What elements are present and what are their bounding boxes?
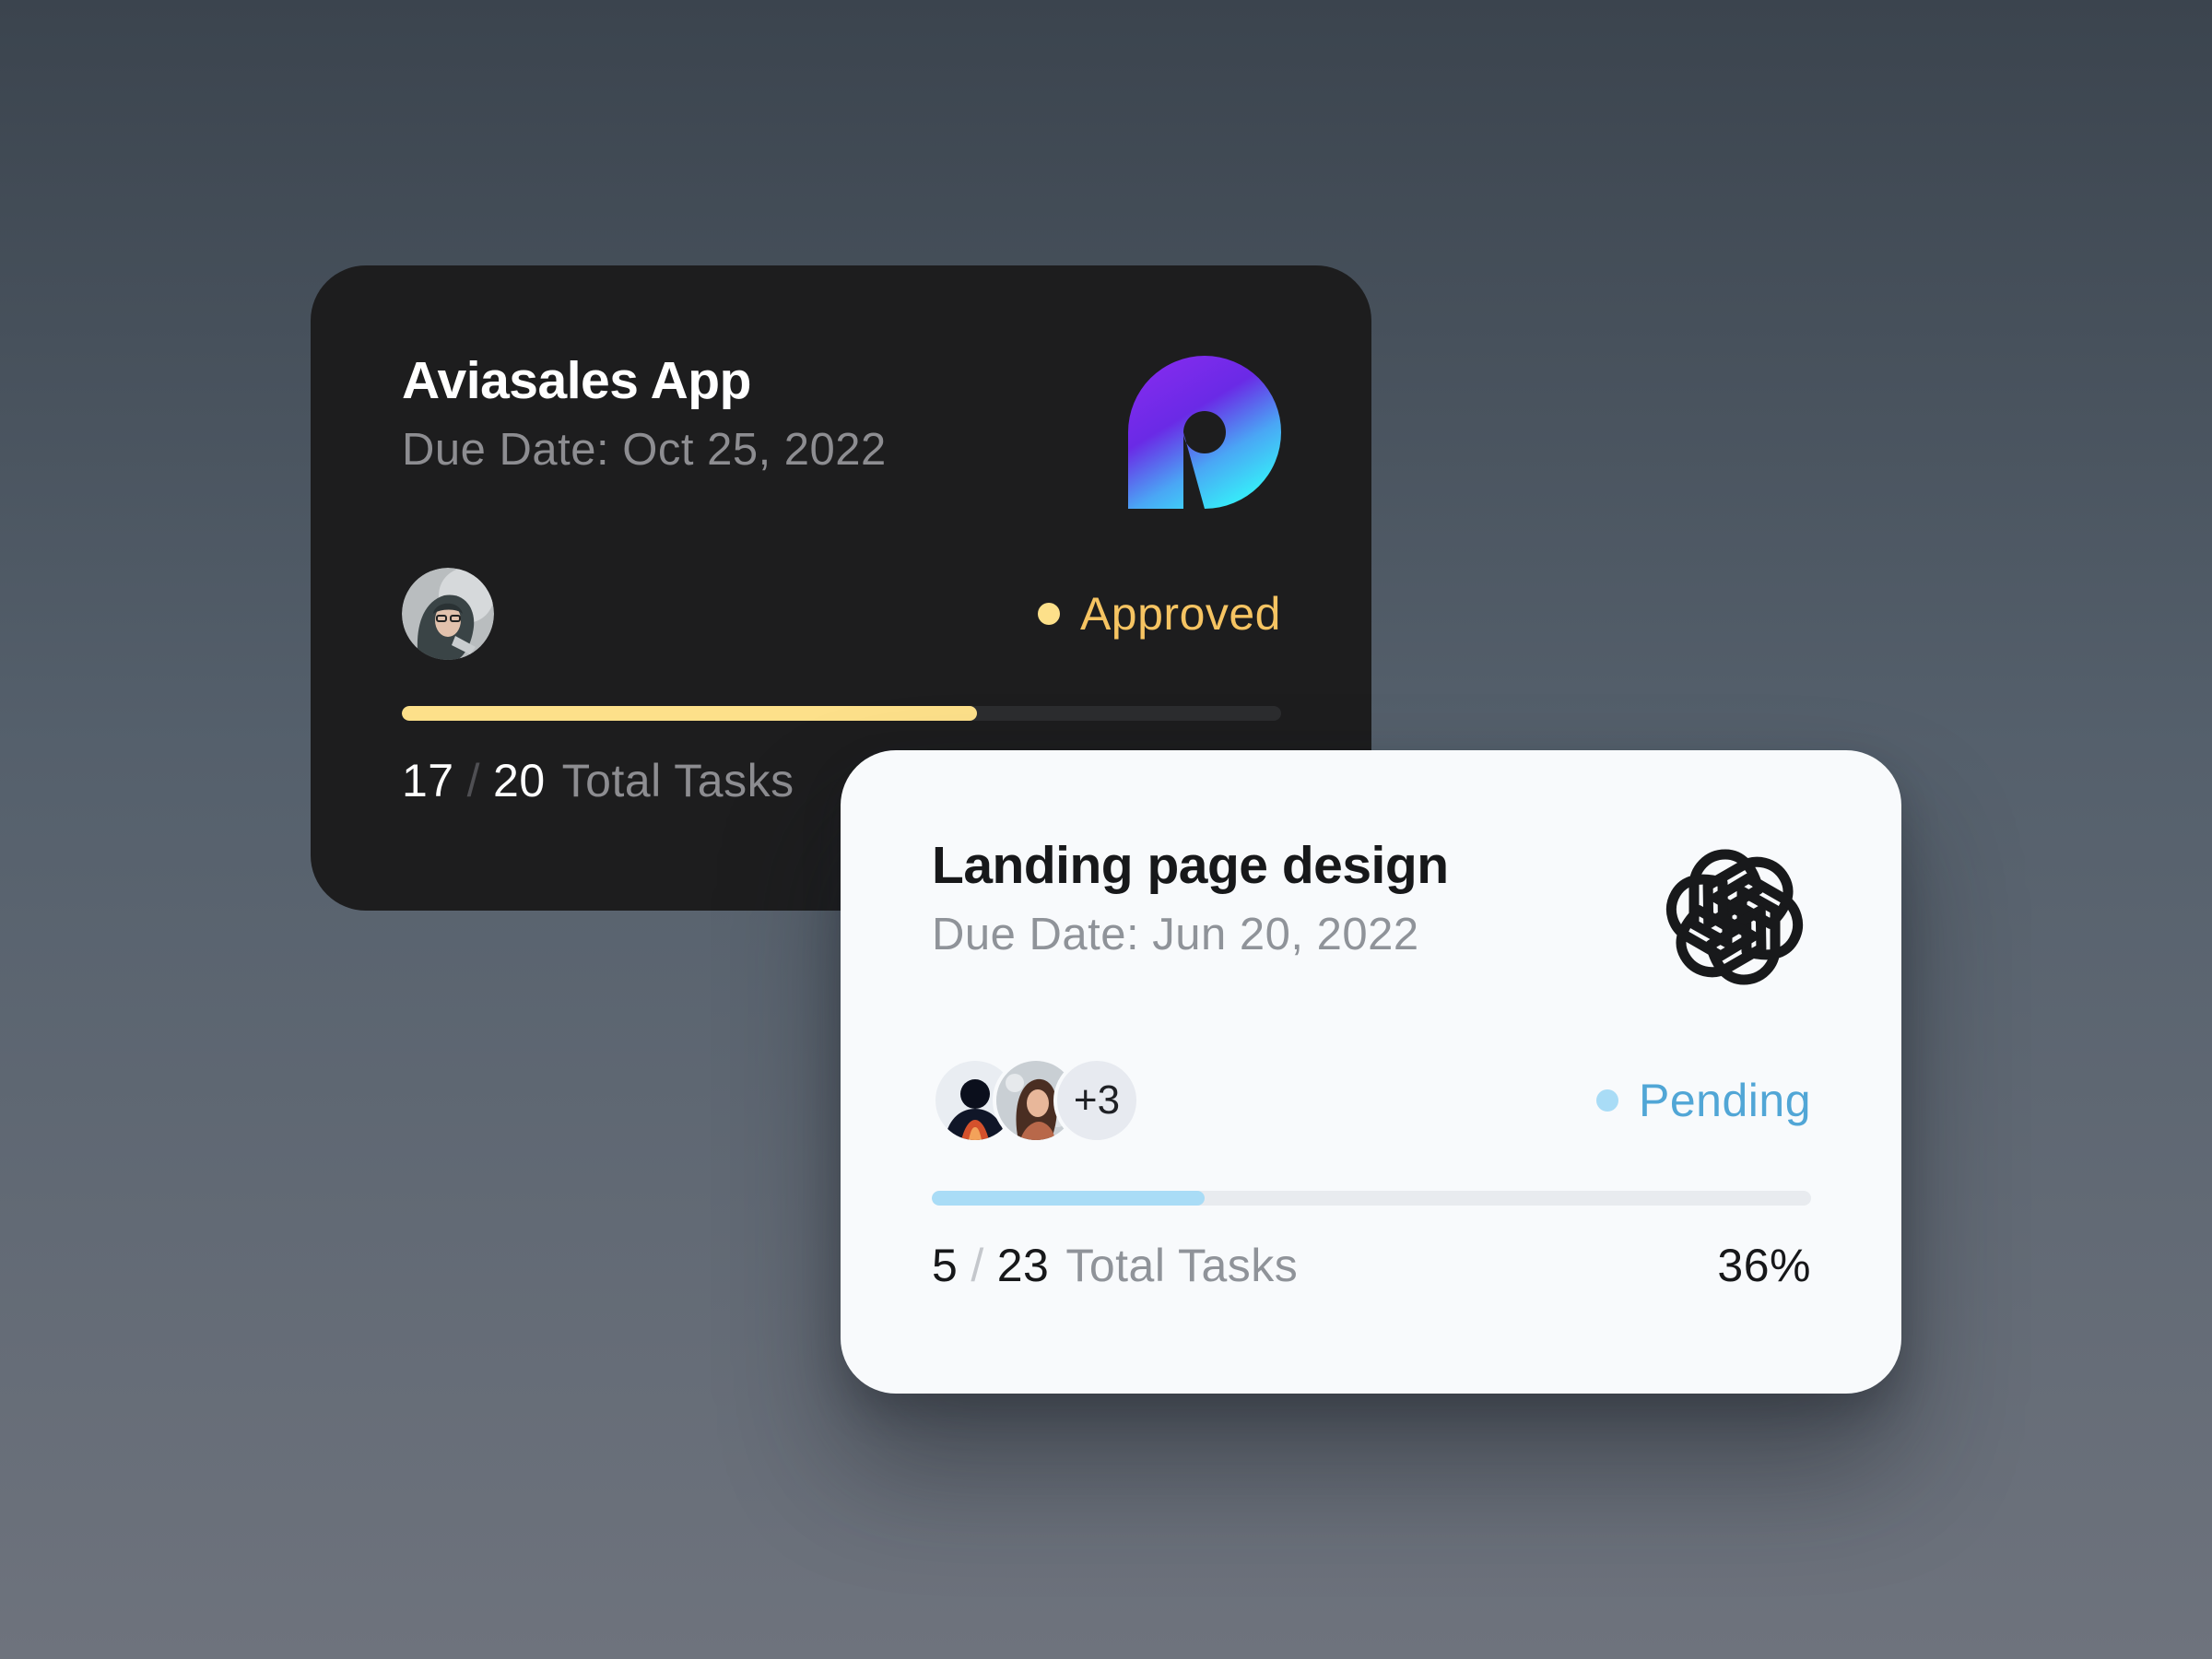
status-badge: Approved [1037, 587, 1281, 641]
tasks-label: Total Tasks [1065, 1240, 1299, 1291]
tasks-total: 20 [493, 755, 546, 806]
avatar-group[interactable]: +3 [932, 1057, 1140, 1144]
tasks-label: Total Tasks [561, 755, 794, 806]
openai-logo-icon [1658, 841, 1811, 994]
status-badge: Pending [1596, 1074, 1811, 1127]
members-status-row: +3 Pending [932, 1054, 1811, 1147]
avatar[interactable] [402, 568, 494, 660]
more-members-count[interactable]: +3 [1053, 1057, 1140, 1144]
status-dot [1596, 1089, 1618, 1112]
status-label: Approved [1079, 588, 1281, 640]
project-card-landing-page[interactable]: Landing page design Due Date: Jun 20, 20… [841, 750, 1901, 1394]
progress-fill [932, 1191, 1205, 1206]
progress-bar [402, 706, 1281, 721]
tasks-done: 5 [932, 1240, 959, 1291]
tasks-done: 17 [402, 755, 454, 806]
progress-percent: 36% [1717, 1240, 1811, 1291]
progress-fill [402, 706, 977, 721]
status-label: Pending [1639, 1075, 1811, 1126]
members-status-row: Approved [402, 568, 1281, 660]
status-dot [1037, 603, 1060, 625]
progress-bar [932, 1191, 1811, 1206]
tasks-separator: / [971, 1240, 984, 1291]
aviasales-logo-icon [1128, 356, 1281, 509]
tasks-separator: / [466, 755, 481, 806]
tasks-summary: 5/23 Total Tasks 36% [932, 1239, 1811, 1292]
tasks-total: 23 [996, 1240, 1050, 1291]
